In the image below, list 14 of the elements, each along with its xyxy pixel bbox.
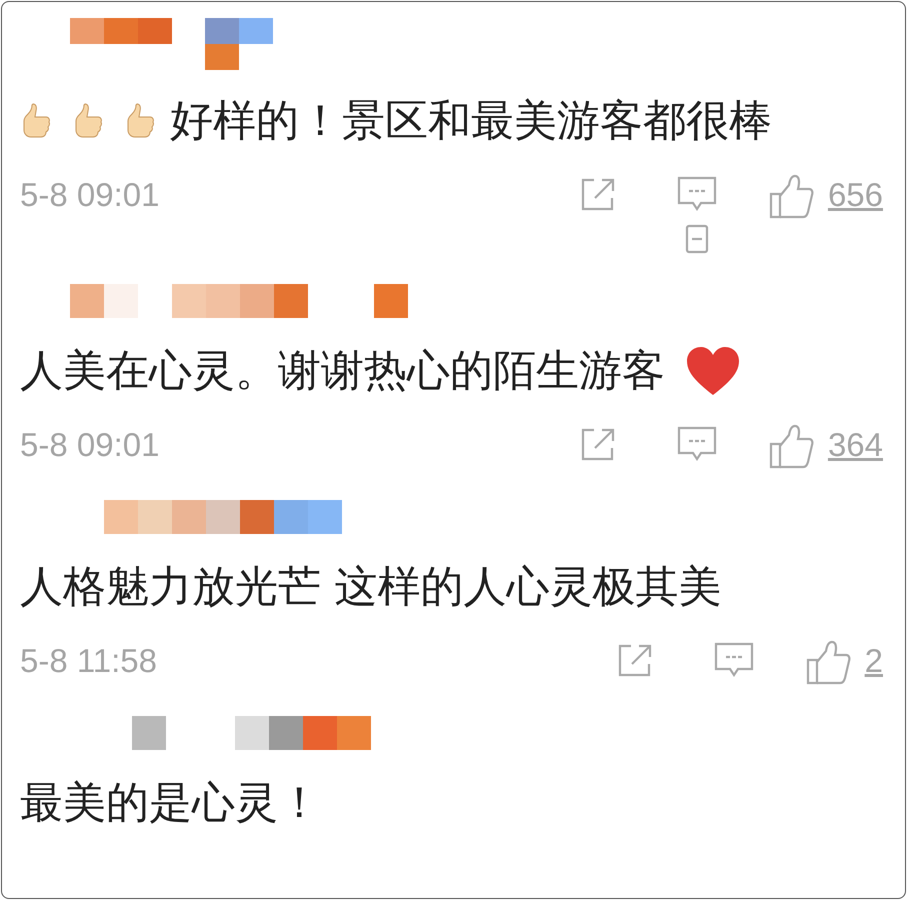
comment-text: 最美的是心灵！: [20, 777, 321, 830]
timestamp: 5-8 09:01: [20, 175, 160, 215]
timestamp: 5-8 09:01: [20, 425, 160, 465]
comment-text: 人美在心灵。谢谢热心的陌生游客: [20, 345, 665, 398]
timestamp: 5-8 11:58: [20, 641, 157, 681]
like-count[interactable]: 656: [828, 172, 883, 218]
thumbs-up-icon[interactable]: [768, 174, 814, 220]
comment-text: 人格魅力放光芒 这样的人心灵极其美: [20, 561, 722, 614]
heart-icon: [685, 345, 741, 397]
comment-text: 好样的！景区和最美游客都很棒: [170, 95, 772, 148]
thumbs-up-icon[interactable]: [768, 424, 814, 470]
like-count[interactable]: 2: [864, 638, 883, 684]
thumbs-up-icon[interactable]: [804, 640, 851, 686]
like-count[interactable]: 364: [828, 422, 883, 468]
